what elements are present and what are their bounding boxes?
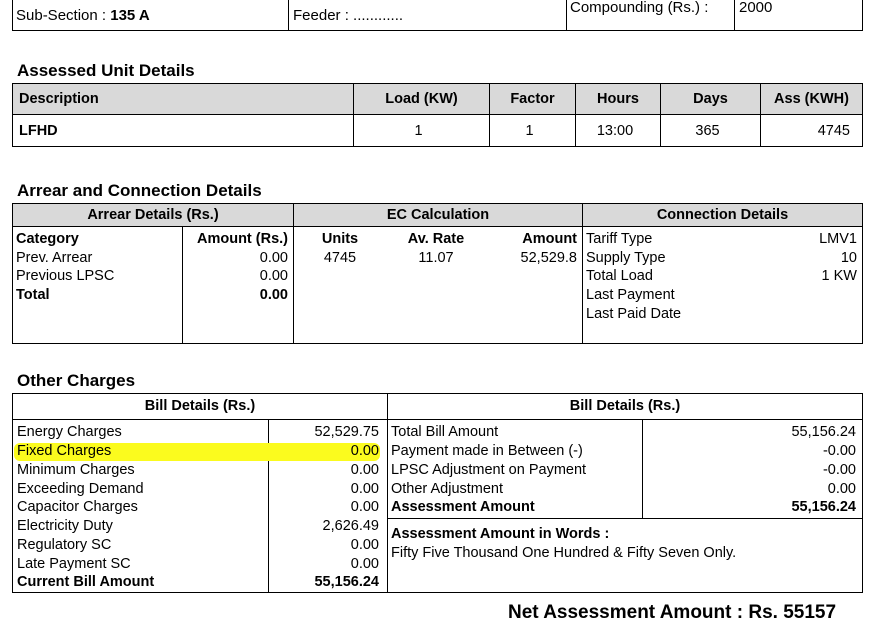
arrear-total-label: Total xyxy=(16,287,50,303)
other-adjustment-value: 0.00 xyxy=(827,481,856,497)
feeder-label: Feeder : ............ xyxy=(293,7,404,24)
sub-section-label: Sub-Section : 135 A xyxy=(16,7,150,24)
energy-charges-value: 52,529.75 xyxy=(314,424,379,440)
current-bill-label: Current Bill Amount xyxy=(17,574,155,590)
regulatory-sc-value: 0.00 xyxy=(350,537,379,553)
energy-charges-label: Energy Charges xyxy=(17,424,122,440)
exceeding-demand-label: Exceeding Demand xyxy=(17,481,144,497)
ec-amount-value: 52,529.8 xyxy=(520,250,577,266)
row-load: 1 xyxy=(414,123,423,139)
group-arrear-header: Arrear Details (Rs.) xyxy=(87,207,219,223)
col-ass-kwh: Ass (KWH) xyxy=(774,91,849,107)
prev-lpsc-value: 0.00 xyxy=(259,268,288,284)
total-load-label: Total Load xyxy=(586,268,653,284)
total-load-value: 1 KW xyxy=(821,268,857,284)
tariff-type-label: Tariff Type xyxy=(586,231,653,247)
current-bill-value: 55,156.24 xyxy=(314,574,379,590)
assessed-title: Assessed Unit Details xyxy=(17,61,195,80)
compounding-label: Compounding (Rs.) : xyxy=(570,0,709,16)
ec-units-label: Units xyxy=(321,231,359,247)
other-adjustment-label: Other Adjustment xyxy=(391,481,504,497)
lpsc-adjustment-value: -0.00 xyxy=(822,462,856,478)
col-description: Description xyxy=(19,91,99,107)
fixed-charges-value: 0.00 xyxy=(350,443,379,459)
col-hours: Hours xyxy=(597,91,639,107)
prev-arrear-value: 0.00 xyxy=(259,250,288,266)
row-description: LFHD xyxy=(19,123,58,139)
last-payment-label: Last Payment xyxy=(586,287,675,303)
row-hours: 13:00 xyxy=(596,123,634,139)
col-factor: Factor xyxy=(510,91,555,107)
regulatory-sc-label: Regulatory SC xyxy=(17,537,112,553)
lpsc-adjustment-label: LPSC Adjustment on Payment xyxy=(391,462,587,478)
group-conn-header: Connection Details xyxy=(656,207,789,223)
col-days: Days xyxy=(693,91,728,107)
amount-in-words-label: Assessment Amount in Words : xyxy=(391,526,610,542)
right-bill-header: Bill Details (Rs.) xyxy=(569,398,681,414)
ec-rate-label: Av. Rate xyxy=(407,231,465,247)
payment-between-value: -0.00 xyxy=(822,443,856,459)
category-label: Category xyxy=(16,231,79,247)
prev-arrear-label: Prev. Arrear xyxy=(16,250,93,266)
arrear-title: Arrear and Connection Details xyxy=(17,181,262,200)
total-bill-label: Total Bill Amount xyxy=(391,424,499,440)
other-title: Other Charges xyxy=(17,371,136,390)
electricity-duty-label: Electricity Duty xyxy=(17,518,113,534)
last-paid-date-label: Last Paid Date xyxy=(586,306,682,322)
late-payment-sc-value: 0.00 xyxy=(350,556,379,572)
payment-between-label: Payment made in Between (-) xyxy=(391,443,583,459)
capacitor-charges-value: 0.00 xyxy=(350,499,379,515)
tariff-type-value: LMV1 xyxy=(819,231,857,247)
assessment-amount-label: Assessment Amount xyxy=(391,499,535,515)
row-ass-kwh: 4745 xyxy=(817,123,850,139)
electricity-duty-value: 2,626.49 xyxy=(322,518,379,534)
col-load: Load (KW) xyxy=(385,91,458,107)
sub-section-value: 135 A xyxy=(110,7,150,24)
net-assessment-amount: Net Assessment Amount : Rs. 55157 xyxy=(508,602,837,623)
capacitor-charges-label: Capacitor Charges xyxy=(17,499,138,515)
amount-label: Amount (Rs.) xyxy=(196,231,288,247)
prev-lpsc-label: Previous LPSC xyxy=(16,268,115,284)
compounding-value: 2000 xyxy=(739,0,773,16)
exceeding-demand-value: 0.00 xyxy=(350,481,379,497)
row-factor: 1 xyxy=(525,123,534,139)
supply-type-label: Supply Type xyxy=(586,250,666,266)
left-bill-header: Bill Details (Rs.) xyxy=(144,398,256,414)
fixed-charges-label: Fixed Charges xyxy=(17,443,112,459)
amount-in-words-value: Fifty Five Thousand One Hundred & Fifty … xyxy=(391,545,737,561)
late-payment-sc-label: Late Payment SC xyxy=(17,556,131,572)
ec-rate-value: 11.07 xyxy=(418,250,454,266)
assessment-amount-value: 55,156.24 xyxy=(791,499,856,515)
ec-units-value: 4745 xyxy=(323,250,357,266)
arrear-total-value: 0.00 xyxy=(259,287,288,303)
row-days: 365 xyxy=(695,123,720,139)
minimum-charges-value: 0.00 xyxy=(350,462,379,478)
minimum-charges-label: Minimum Charges xyxy=(17,462,135,478)
supply-type-value: 10 xyxy=(840,250,857,266)
group-ec-header: EC Calculation xyxy=(386,207,490,223)
total-bill-value: 55,156.24 xyxy=(791,424,856,440)
ec-amount-label: Amount xyxy=(522,231,577,247)
